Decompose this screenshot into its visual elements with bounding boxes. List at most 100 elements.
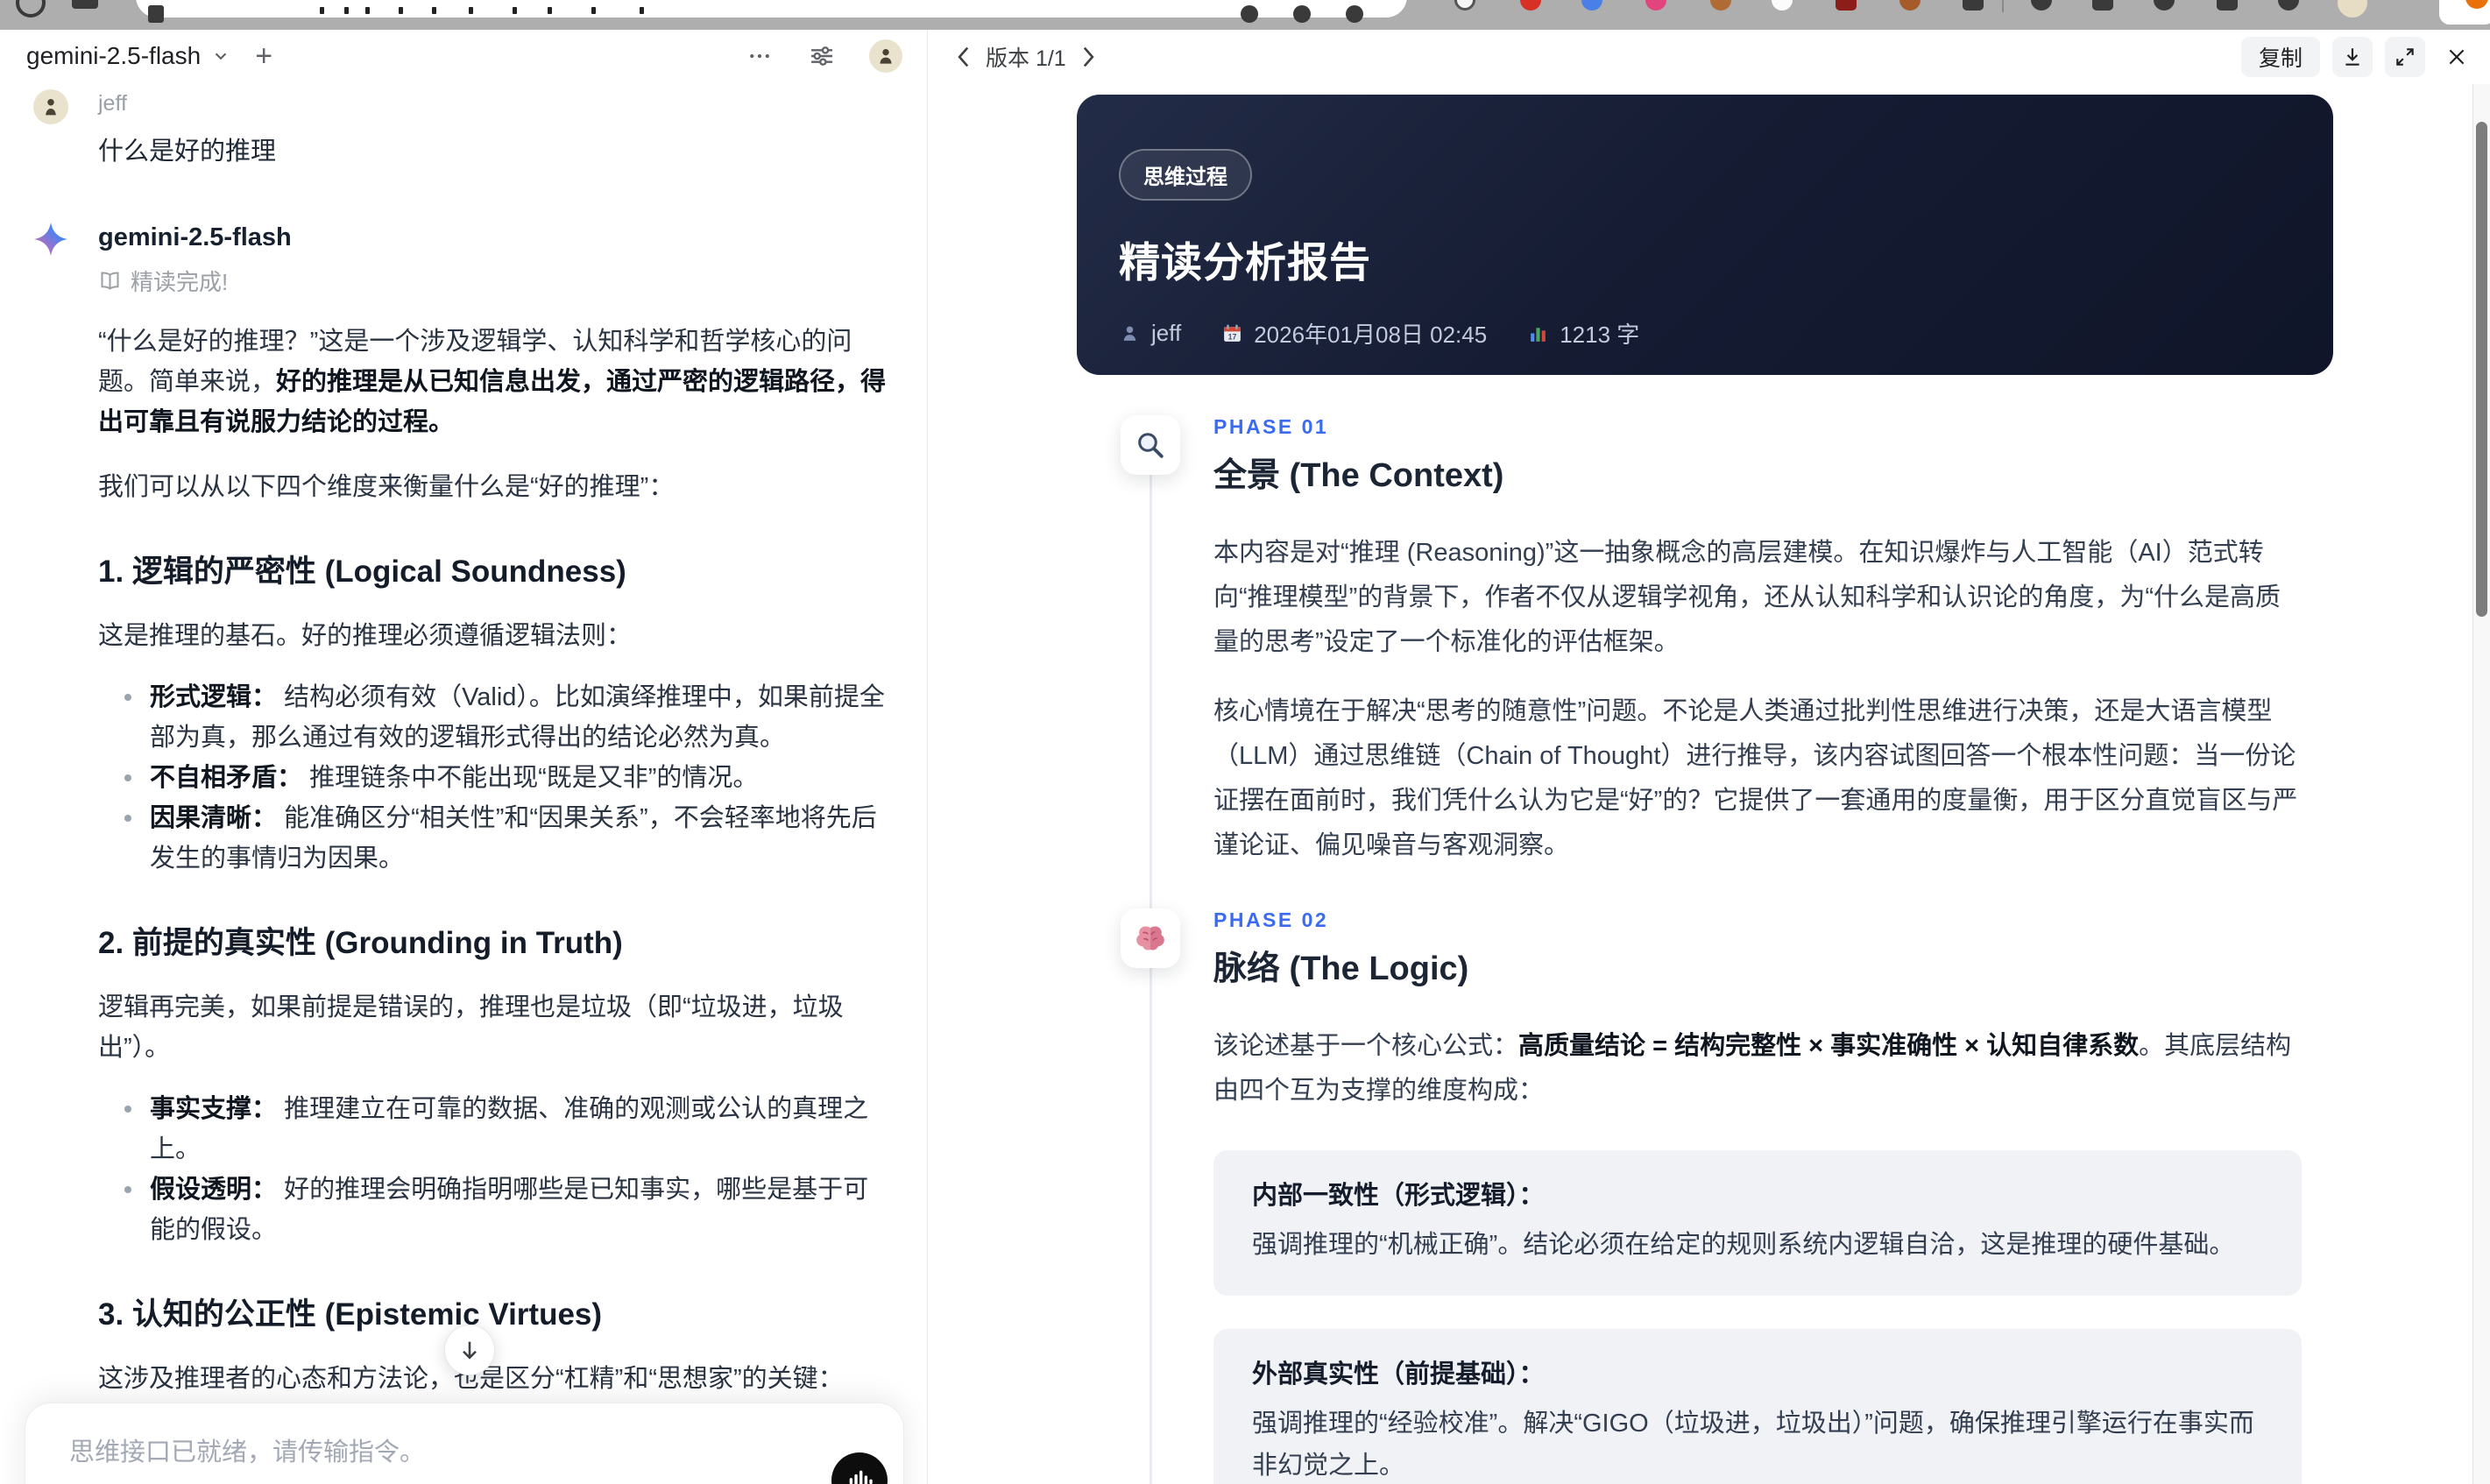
scroll-to-bottom-button[interactable] [444, 1325, 495, 1375]
meta-author: jeff [1119, 320, 1181, 347]
extension-icon[interactable] [2278, 0, 2299, 11]
extension-icon[interactable] [1836, 0, 1857, 11]
addr-extra-icon[interactable] [1346, 5, 1363, 23]
bullet-dot [124, 1106, 131, 1113]
address-bar[interactable] [136, 0, 1407, 23]
meta-word-count: 1213 字 [1527, 317, 1639, 350]
meta-date: 17 2026年01月08日 02:45 [1221, 317, 1487, 350]
phase-title: 全景 (The Context) [1213, 457, 1504, 494]
bullet-list: 形式逻辑： 结构必须有效（Valid）。比如演绎推理中，如果前提全部为真，那么通… [98, 677, 887, 879]
extension-icon[interactable] [2031, 0, 2052, 11]
bookmark-star-icon[interactable] [1241, 5, 1258, 23]
version-nav: 版本 1/1 [954, 41, 1098, 73]
list-item: 因果清晰： 能准确区分“相关性”和“因果关系”，不会轻率地将先后发生的事情归为因… [98, 798, 887, 879]
user-message: jeff 什么是好的推理 [33, 89, 888, 167]
magnifier-icon [1121, 415, 1180, 475]
report-title: 精读分析报告 [1119, 239, 1371, 286]
report-hero: 思维过程 精读分析报告 jeff 17 2026年01月08日 02:45 12… [1077, 95, 2333, 375]
bullet-list: 事实支撑： 推理建立在可靠的数据、准确的观测或公认的真理之上。 假设透明： 好的… [98, 1089, 887, 1250]
phase-section-1: PHASE 01 全景 (The Context) 本内容是对“推理 (Reas… [1077, 415, 2333, 868]
paragraph: 本内容是对“推理 (Reasoning)”这一抽象概念的高层建模。在知识爆炸与人… [1213, 539, 2281, 656]
list-item: 假设透明： 好的推理会明确指明哪些是已知事实，哪些是基于可能的假设。 [98, 1170, 887, 1250]
bullet-dot [124, 774, 131, 781]
chat-message-list[interactable]: jeff 什么是好的推理 gemini-2.5-flash 精读完成! “什么是… [0, 82, 927, 1484]
gemini-logo-icon [33, 222, 68, 257]
svg-text:17: 17 [1228, 332, 1237, 341]
new-chat-button[interactable]: + [255, 41, 272, 71]
user-avatar [33, 89, 68, 124]
card-body: 强调推理的“机械正确”。结论必须在给定的规则系统内逻辑自洽，这是推理的硬件基础。 [1252, 1231, 2235, 1259]
message-author: jeff [98, 91, 127, 116]
user-avatar[interactable] [869, 39, 902, 73]
extension-icon[interactable] [1520, 0, 1541, 11]
report-panel: 版本 1/1 复制 思维过程 精读分析报告 jeff 17 2026年01月08… [928, 30, 2490, 1484]
settings-sliders-icon[interactable] [808, 42, 836, 70]
chevron-left-icon[interactable] [954, 46, 972, 68]
scrollbar-track[interactable] [2472, 84, 2490, 1484]
chat-header: gemini-2.5-flash + [0, 30, 927, 82]
bar-chart-icon [1527, 322, 1549, 344]
bullet-dot [124, 1186, 131, 1193]
card-title: 内部一致性（形式逻辑）： [1252, 1182, 1545, 1210]
paragraph: 核心情境在于解决“思考的随意性”问题。不论是人类通过批判性思维进行决策，还是大语… [1213, 697, 2298, 859]
dimension-card: 外部真实性（前提基础）： 强调推理的“经验校准”。解决“GIGO（垃圾进，垃圾出… [1213, 1329, 2302, 1484]
report-meta: jeff 17 2026年01月08日 02:45 1213 字 [1119, 317, 2291, 350]
card-body: 强调推理的“经验校准”。解决“GIGO（垃圾进，垃圾出）”问题，确保推理引擎运行… [1252, 1410, 2254, 1480]
phase-section-2: PHASE 02 脉络 (The Logic) 该论述基于一个核心公式：高质量结… [1077, 908, 2333, 1484]
apps-grid-icon[interactable] [72, 0, 98, 9]
composer-placeholder[interactable]: 思维接口已就绪，请传输指令。 [25, 1403, 903, 1468]
paragraph: 该论述基于一个核心公式：高质量结论 = 结构完整性 × 事实准确性 × 认知自律… [1213, 1032, 2292, 1105]
profile-avatar[interactable] [2338, 0, 2367, 18]
paragraph: 这是推理的基石。好的推理必须遵循逻辑法则： [98, 622, 633, 650]
phase-title: 脉络 (The Logic) [1213, 950, 1469, 987]
extension-icon[interactable] [1581, 0, 1602, 11]
phase-label: PHASE 01 [1213, 415, 1329, 438]
extension-icon[interactable] [1899, 0, 1921, 11]
dimension-cards: 内部一致性（形式逻辑）： 强调推理的“机械正确”。结论必须在给定的规则系统内逻辑… [1213, 1150, 2302, 1484]
message-composer[interactable]: 思维接口已就绪，请传输指令。 [25, 1403, 904, 1484]
message-text: 什么是好的推理 [98, 138, 277, 166]
scrollbar-thumb[interactable] [2476, 122, 2487, 617]
phase-label: PHASE 02 [1213, 908, 1329, 931]
download-button[interactable] [2332, 37, 2373, 77]
report-document[interactable]: 思维过程 精读分析报告 jeff 17 2026年01月08日 02:45 12… [928, 84, 2473, 1484]
close-button[interactable] [2437, 37, 2476, 77]
paragraph: “什么是好的推理？”这是一个涉及逻辑学、认知科学和哲学核心的问题。简单来说，好的… [98, 328, 887, 436]
chevron-right-icon[interactable] [1080, 46, 1098, 68]
person-icon [1119, 322, 1141, 344]
extension-icon[interactable] [1963, 0, 1984, 11]
chevron-down-icon[interactable] [211, 46, 230, 66]
paragraph: 逻辑再完美，如果前提是错误的，推理也是垃圾（即“垃圾进，垃圾出”）。 [98, 993, 844, 1062]
model-selector[interactable]: gemini-2.5-flash [26, 42, 201, 70]
status-text: 精读完成! [131, 269, 229, 295]
chat-panel: gemini-2.5-flash + jeff 什么是好的推理 gemini-2… [0, 30, 928, 1484]
list-item: 形式逻辑： 结构必须有效（Valid）。比如演绎推理中，如果前提全部为真，那么通… [98, 677, 887, 758]
extension-icon[interactable] [1645, 0, 1666, 11]
calendar-icon: 17 [1221, 322, 1243, 344]
report-toolbar: 版本 1/1 复制 [928, 30, 2490, 84]
app-window: gemini-2.5-flash + jeff 什么是好的推理 gemini-2… [0, 30, 2490, 1484]
browser-chrome [0, 0, 2490, 30]
paragraph: 我们可以从以下四个维度来衡量什么是“好的推理”： [98, 473, 675, 501]
share-icon[interactable] [1293, 5, 1311, 23]
back-icon[interactable] [16, 0, 46, 18]
fullscreen-button[interactable] [2385, 37, 2425, 77]
list-item: 事实支撑： 推理建立在可靠的数据、准确的观测或公认的真理之上。 [98, 1089, 887, 1170]
dimension-card: 内部一致性（形式逻辑）： 强调推理的“机械正确”。结论必须在给定的规则系统内逻辑… [1213, 1150, 2302, 1296]
extension-icon[interactable] [2154, 0, 2175, 11]
bullet-dot [124, 694, 131, 701]
extension-icon[interactable] [2092, 0, 2113, 11]
copy-button[interactable]: 复制 [2240, 37, 2320, 77]
extension-icon[interactable] [1772, 0, 1793, 11]
assistant-message: gemini-2.5-flash 精读完成! “什么是好的推理？”这是一个涉及逻… [33, 222, 888, 1484]
assistant-content: “什么是好的推理？”这是一个涉及逻辑学、认知科学和哲学核心的问题。简单来说，好的… [98, 322, 887, 1484]
site-icon [148, 5, 164, 23]
version-label: 版本 1/1 [986, 46, 1066, 71]
extension-icon[interactable] [2217, 0, 2238, 11]
card-title: 外部真实性（前提基础）： [1252, 1360, 1545, 1389]
more-options-icon[interactable] [746, 43, 773, 69]
book-icon [98, 269, 122, 293]
extension-icon[interactable] [1454, 0, 1475, 11]
message-author: gemini-2.5-flash [98, 223, 292, 251]
extension-icon[interactable] [1710, 0, 1731, 11]
